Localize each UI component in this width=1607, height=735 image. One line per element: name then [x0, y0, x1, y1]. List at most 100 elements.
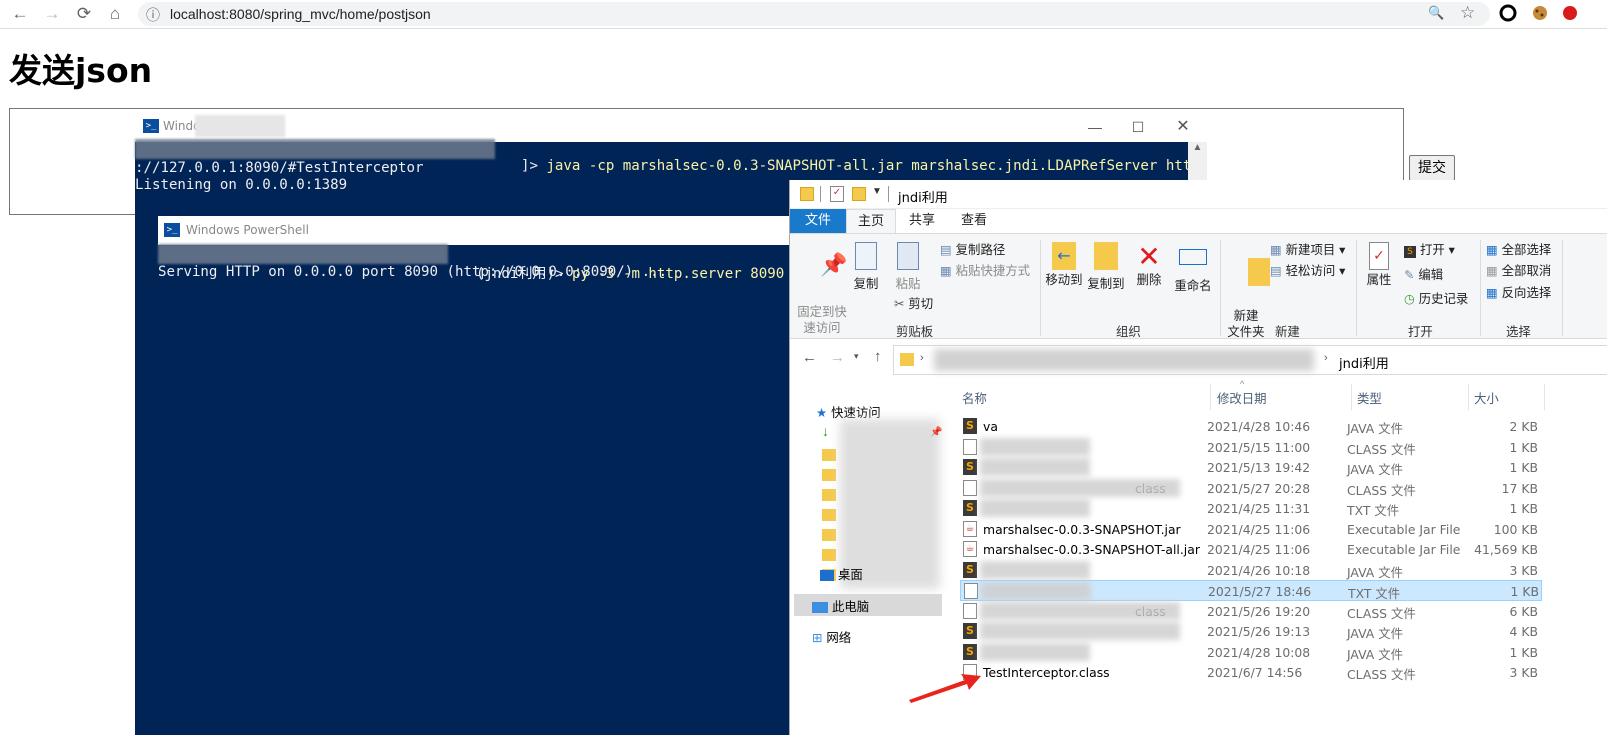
class-icon — [963, 438, 977, 455]
folder-icon — [900, 353, 914, 366]
edit-button[interactable]: ✎ 编辑 — [1404, 267, 1443, 283]
copy-path-button[interactable]: ▤ 复制路径 — [940, 242, 1005, 258]
tab-share[interactable]: 共享 — [896, 209, 948, 233]
up-icon[interactable]: ↑ — [874, 348, 882, 365]
file-row[interactable]: ☕ marshalsec-0.0.3-SNAPSHOT-all.jar 2021/4… — [960, 539, 1542, 560]
column-date[interactable]: 修改日期 — [1217, 389, 1267, 407]
extension-circle-icon[interactable] — [1498, 4, 1518, 24]
network-icon: ⊞ — [812, 630, 823, 645]
cookie-extension-icon[interactable] — [1530, 4, 1550, 24]
close-icon[interactable]: ✕ — [1168, 116, 1198, 138]
red-arrow-annotation — [909, 674, 981, 703]
copy-button[interactable]: 复制 — [850, 242, 882, 292]
tab-file[interactable]: 文件 — [790, 209, 846, 233]
address-bar[interactable]: ⓘ localhost:8080/spring_mvc/home/postjso… — [138, 2, 1490, 26]
red-extension-icon[interactable] — [1560, 4, 1580, 24]
file-row[interactable]: 2021/5/27 18:46 TXT 文件 1 KB — [960, 580, 1542, 601]
tab-view[interactable]: 查看 — [948, 209, 1000, 233]
file-type: CLASS 文件 — [1347, 441, 1416, 457]
copy-to-button[interactable]: 复制到 — [1086, 242, 1126, 292]
file-row[interactable]: S 2021/4/26 10:18 JAVA 文件 3 KB — [960, 560, 1542, 581]
file-row[interactable]: S 2021/5/13 19:42 JAVA 文件 1 KB — [960, 457, 1542, 478]
paste-button[interactable]: 粘贴 — [890, 242, 926, 292]
rename-button[interactable]: 重命名 — [1172, 242, 1214, 294]
java-icon: S — [963, 459, 977, 475]
file-row[interactable]: 2021/5/15 11:00 CLASS 文件 1 KB — [960, 437, 1542, 458]
explorer-address-bar[interactable]: › › jndi利用 — [893, 345, 1607, 375]
file-date: 2021/6/7 14:56 — [1207, 665, 1303, 680]
powershell-titlebar[interactable]: >_ Windo — ☐ ✕ — [135, 111, 1207, 142]
column-type[interactable]: 类型 — [1357, 389, 1382, 407]
customize-qat-icon[interactable]: ▼ — [872, 186, 882, 197]
file-type: JAVA 文件 — [1347, 626, 1403, 641]
nav-network[interactable]: ⊞ 网络 — [812, 628, 851, 646]
new-item-button[interactable]: ▦ 新建项目 ▾ — [1270, 242, 1345, 258]
redacted-filename — [981, 582, 1091, 600]
file-row[interactable]: class2021/5/27 20:28CLASS 文件17 KB — [960, 478, 1542, 499]
file-date: 2021/5/27 20:28 — [1207, 480, 1311, 496]
move-to-label: 移动到 — [1045, 272, 1083, 287]
open-button[interactable]: S 打开 ▾ — [1404, 242, 1455, 258]
file-name: marshalsec-0.0.3-SNAPSHOT.jar — [983, 521, 1181, 537]
file-row[interactable]: S 2021/4/25 11:31 TXT 文件 1 KB — [960, 498, 1542, 519]
minimize-icon[interactable]: — — [1080, 116, 1110, 138]
nav-this-pc[interactable]: 此电脑 — [812, 597, 869, 615]
group-select-label: 选择 — [1506, 324, 1531, 339]
easy-access-button[interactable]: ▤ 轻松访问 ▾ — [1270, 263, 1345, 279]
file-row[interactable]: TestInterceptor.class 2021/6/7 14:56 CLASS… — [960, 662, 1542, 683]
separator — [1220, 240, 1221, 336]
powershell-window-http[interactable]: >_ Windows PowerShell (jndi利用)> py -3 -m… — [158, 216, 798, 735]
home-icon[interactable]: ⌂ — [103, 3, 127, 25]
file-date: 2021/4/25 11:31 — [1207, 501, 1311, 516]
file-row[interactable]: S 2021/5/26 19:13 JAVA 文件 4 KB — [960, 621, 1542, 642]
powershell-titlebar[interactable]: >_ Windows PowerShell — [158, 216, 798, 245]
select-all-button[interactable]: ▦ 全部选择 — [1486, 242, 1551, 258]
file-row[interactable]: ☕ marshalsec-0.0.3-SNAPSHOT.jar 2021/4/25 … — [960, 519, 1542, 540]
zoom-icon[interactable]: 🔍 — [1428, 5, 1444, 21]
redacted-prompt — [158, 244, 448, 264]
back-icon[interactable]: ← — [802, 349, 817, 366]
move-to-button[interactable]: ← 移动到 — [1044, 242, 1084, 288]
file-date: 2021/5/15 11:00 — [1207, 439, 1311, 455]
maximize-icon[interactable]: ☐ — [1123, 116, 1153, 138]
file-explorer-window[interactable]: ✓ ▼ jndi利用 文件 主页 共享 查看 📌 固定到快 速访问 复制 粘贴 … — [789, 180, 1607, 735]
properties-button[interactable]: ✓ 属性 — [1362, 242, 1396, 288]
info-icon[interactable]: ⓘ — [146, 5, 160, 25]
cut-button[interactable]: ✂ 剪切 — [894, 296, 933, 312]
file-row[interactable]: Sva 2021/4/28 10:46 JAVA 文件 2 KB — [960, 416, 1542, 437]
scrollbar[interactable]: ▲ — [1188, 142, 1207, 182]
invert-selection-button[interactable]: ▦ 反向选择 — [1486, 285, 1551, 301]
paste-shortcut-button[interactable]: ▦ 粘贴快捷方式 — [940, 263, 1030, 279]
redacted-filename — [980, 560, 1090, 579]
forward-icon[interactable]: → — [830, 349, 845, 366]
file-row[interactable]: S 2021/4/28 10:08 JAVA 文件 1 KB — [960, 642, 1542, 663]
file-type: CLASS 文件 — [1347, 482, 1416, 498]
file-size: 1 KB — [1509, 644, 1538, 660]
column-name[interactable]: 名称 — [962, 389, 987, 407]
file-type: CLASS 文件 — [1347, 667, 1416, 682]
back-icon[interactable]: ← — [8, 3, 32, 25]
recent-locations-icon[interactable]: ▾ — [854, 351, 859, 362]
java-icon: S — [963, 418, 977, 434]
easy-access-icon: ▤ — [1270, 263, 1282, 278]
file-row[interactable]: class2021/5/26 19:20CLASS 文件6 KB — [960, 601, 1542, 622]
file-date: 2021/4/26 10:18 — [1207, 562, 1311, 578]
forward-icon[interactable]: → — [40, 3, 64, 25]
delete-button[interactable]: ✕ 删除 — [1134, 242, 1164, 288]
new-folder-qat-icon[interactable] — [852, 187, 866, 201]
terminal-line: ://127.0.0.1:8090/#TestInterceptor — [135, 160, 424, 176]
file-type: JAVA 文件 — [1347, 564, 1403, 580]
redacted-filename — [980, 458, 1090, 476]
history-button[interactable]: ◷ 历史记录 — [1404, 291, 1468, 307]
submit-button[interactable]: 提交 — [1409, 155, 1455, 181]
properties-qat-icon[interactable]: ✓ — [830, 186, 844, 202]
column-size[interactable]: 大小 — [1474, 389, 1499, 407]
ribbon-tabs: 文件 主页 共享 查看 — [790, 209, 1607, 233]
reload-icon[interactable]: ⟳ — [72, 3, 96, 25]
delete-label: 删除 — [1136, 272, 1162, 287]
nav-desktop[interactable]: 桌面 — [820, 565, 863, 583]
tab-home[interactable]: 主页 — [846, 209, 896, 233]
bookmark-star-icon[interactable]: ☆ — [1460, 3, 1475, 23]
explorer-titlebar[interactable]: ✓ ▼ jndi利用 — [790, 180, 1607, 209]
select-none-button[interactable]: ▦ 全部取消 — [1486, 263, 1551, 279]
